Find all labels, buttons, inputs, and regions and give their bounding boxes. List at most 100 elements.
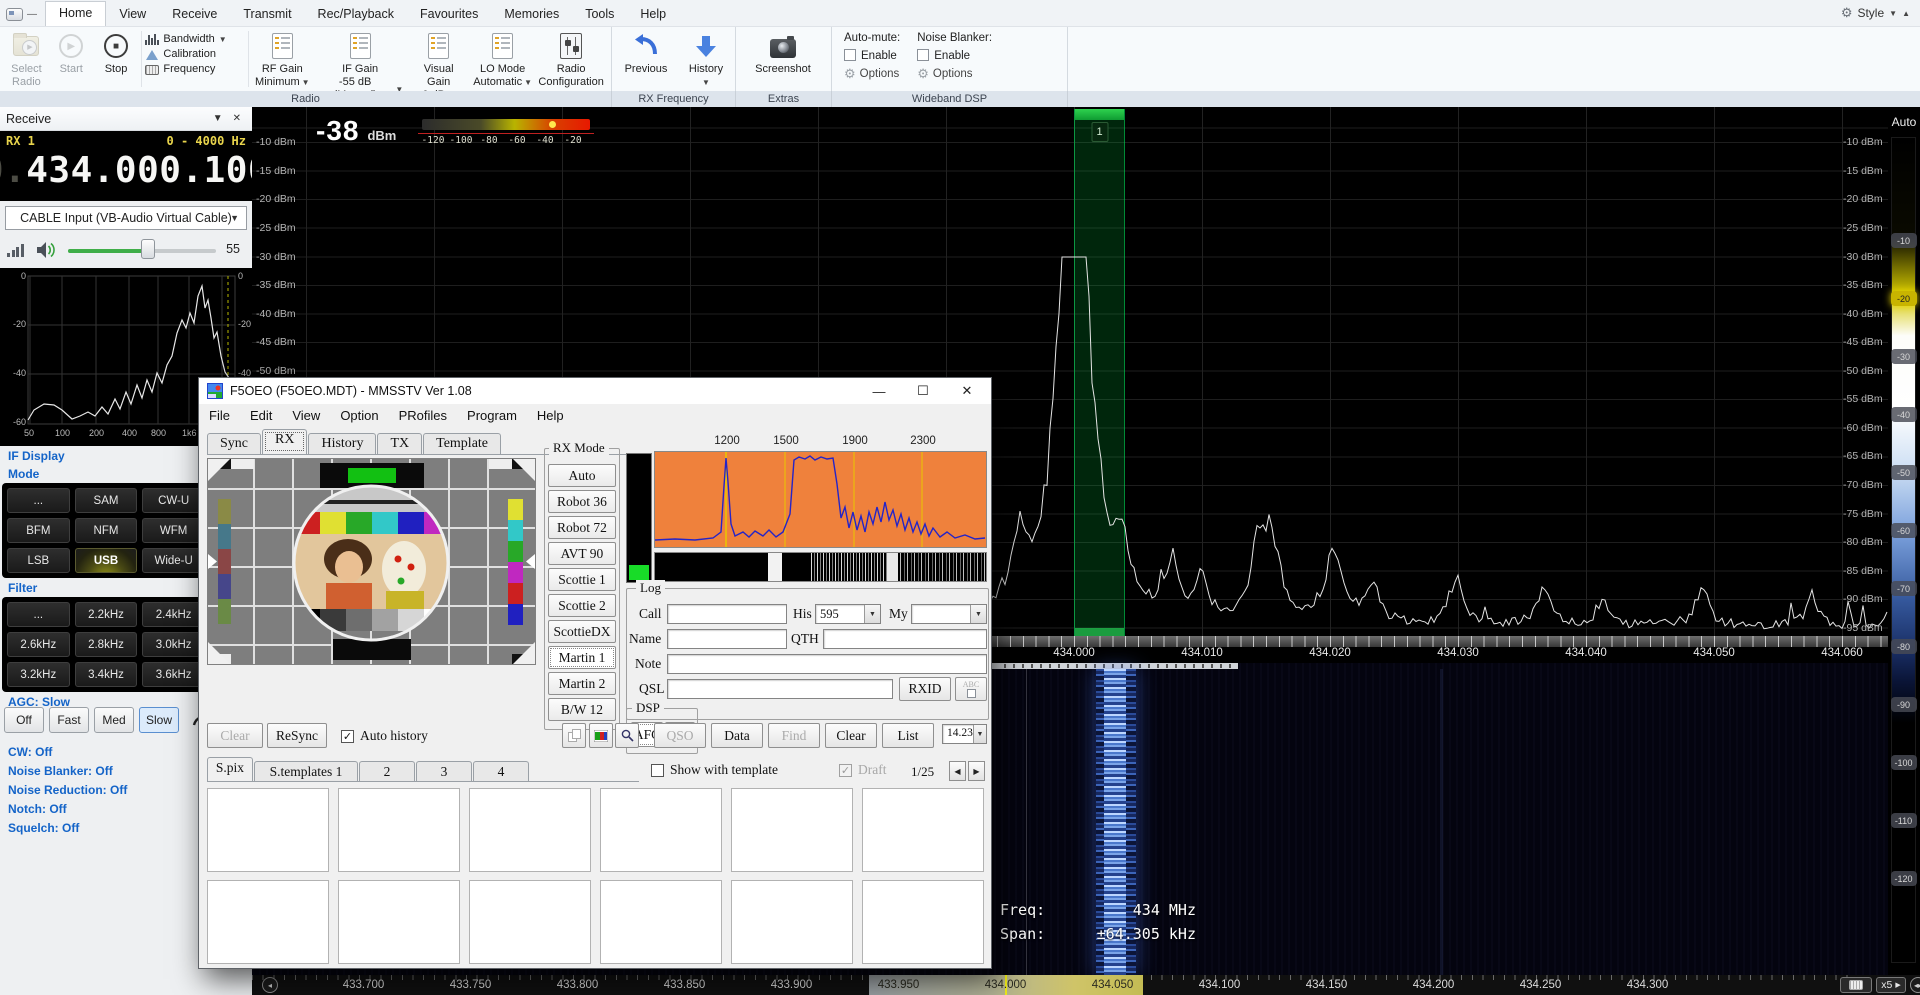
band-scroll-left-button[interactable]: ◂: [262, 977, 278, 993]
mmsstv-title-bar[interactable]: F5OEO (F5OEO.MDT) - MMSSTV Ver 1.08 — ☐ …: [199, 378, 991, 404]
rx-mode-button[interactable]: ScottieDX: [548, 620, 616, 643]
frequency-display[interactable]: RX 1 0 - 4000 Hz 0.434.000.100: [0, 131, 252, 201]
menu-item[interactable]: View: [282, 408, 330, 423]
noise-blanker-enable-checkbox[interactable]: Enable: [917, 49, 992, 62]
minimize-button[interactable]: —: [857, 378, 901, 404]
page-prev-button[interactable]: ◀: [949, 761, 966, 781]
stop-button[interactable]: ■ Stop: [94, 29, 139, 76]
quick-access-toolbar[interactable]: —: [0, 8, 45, 26]
pix-tab[interactable]: 2: [359, 761, 415, 781]
image-button[interactable]: [589, 723, 613, 748]
frequency-button[interactable]: Frequency: [145, 63, 244, 75]
rxid-button[interactable]: RXID: [899, 677, 951, 701]
rx-mode-button[interactable]: Auto: [548, 464, 616, 487]
lo-mode-button[interactable]: LO Mode Automatic▼: [470, 29, 535, 89]
noise-blanker-options-button[interactable]: ⚙Options: [917, 66, 992, 82]
menu-item[interactable]: Edit: [240, 408, 282, 423]
filter-button[interactable]: 2.4kHz: [142, 602, 205, 627]
rf-gain-button[interactable]: RF Gain Minimum▼: [252, 29, 313, 89]
filter-button[interactable]: ...: [7, 602, 70, 627]
mmsstv-tab[interactable]: TX: [377, 433, 422, 454]
select-radio-button[interactable]: SelectRadio: [4, 29, 49, 89]
close-button[interactable]: ✕: [945, 378, 989, 404]
dsp-status-line[interactable]: CW: Off: [8, 745, 52, 759]
filter-button[interactable]: 3.0kHz: [142, 632, 205, 657]
clear-log-button[interactable]: Clear: [825, 723, 877, 748]
agc-off-button[interactable]: Off: [4, 707, 44, 733]
level-bars-icon[interactable]: [7, 243, 24, 257]
panel-menu-icon[interactable]: ▼: [208, 113, 228, 124]
menu-item[interactable]: Program: [457, 408, 527, 423]
menu-item[interactable]: Help: [527, 408, 574, 423]
auto-history-checkbox[interactable]: ✓ Auto history: [341, 728, 428, 744]
agc-med-button[interactable]: Med: [94, 707, 134, 733]
ribbon-tab[interactable]: Help: [627, 3, 679, 26]
mmsstv-tab[interactable]: Template: [423, 433, 501, 454]
page-next-button[interactable]: ▶: [968, 761, 985, 781]
screenshot-button[interactable]: Screenshot: [740, 29, 826, 76]
find-button[interactable]: Find: [768, 723, 820, 748]
rx-mode-button[interactable]: B/W 12: [548, 698, 616, 721]
band-keyboard-button[interactable]: [1840, 977, 1872, 993]
copy-button[interactable]: [562, 723, 586, 748]
thumbnail-cell[interactable]: [207, 788, 329, 872]
volume-handle[interactable]: [141, 239, 155, 259]
start-button[interactable]: ▶ Start: [49, 29, 94, 76]
thumbnail-cell[interactable]: [731, 880, 853, 964]
agc-fast-button[interactable]: Fast: [49, 707, 89, 733]
qsl-input[interactable]: [667, 679, 893, 699]
auto-mute-enable-checkbox[interactable]: Enable: [844, 49, 900, 62]
filter-button[interactable]: 2.8kHz: [75, 632, 138, 657]
thumbnail-cell[interactable]: [207, 880, 329, 964]
ribbon-tab[interactable]: Home: [45, 1, 106, 26]
pix-tab[interactable]: S.templates 1: [254, 761, 358, 781]
calibration-button[interactable]: Calibration: [145, 48, 244, 60]
ribbon-tab[interactable]: Memories: [491, 3, 572, 26]
speaker-icon[interactable]: [36, 241, 58, 259]
magnifier-button[interactable]: [615, 723, 639, 748]
style-menu[interactable]: ⚙ Style ▼ ▲: [1841, 5, 1920, 26]
mode-button[interactable]: SAM: [75, 488, 138, 513]
thumbnail-cell[interactable]: [338, 788, 460, 872]
mode-button[interactable]: WFM: [142, 518, 205, 543]
dsp-status-line[interactable]: Notch: Off: [8, 802, 67, 816]
resync-button[interactable]: ReSync: [267, 723, 327, 748]
mode-button[interactable]: Wide-U: [142, 548, 205, 573]
pix-tab[interactable]: 3: [416, 761, 472, 781]
thumbnail-cell[interactable]: [469, 880, 591, 964]
filter-button[interactable]: 3.2kHz: [7, 662, 70, 687]
ribbon-collapse-icon[interactable]: ▲: [1902, 9, 1910, 18]
thumbnail-cell[interactable]: [469, 788, 591, 872]
filter-button[interactable]: 3.4kHz: [75, 662, 138, 687]
my-select[interactable]: ▼: [911, 604, 987, 624]
pix-tab[interactable]: S.pix: [207, 757, 253, 781]
mode-button[interactable]: ...: [7, 488, 70, 513]
band-overview-bar[interactable]: 433.700433.750433.800433.850433.900433.9…: [252, 975, 1920, 995]
dsp-status-line[interactable]: Noise Blanker: Off: [8, 764, 113, 778]
if-display-label[interactable]: IF Display: [8, 449, 65, 463]
rx-mode-button[interactable]: Martin 2: [548, 672, 616, 695]
panel-close-icon[interactable]: ✕: [228, 113, 246, 124]
clear-image-button[interactable]: Clear: [207, 723, 263, 748]
dsp-status-line[interactable]: Squelch: Off: [8, 821, 79, 835]
bandwidth-button[interactable]: Bandwidth▼: [145, 33, 244, 45]
thumbnail-cell[interactable]: [731, 788, 853, 872]
thumbnail-cell[interactable]: [600, 880, 722, 964]
auto-mute-options-button[interactable]: ⚙Options: [844, 66, 900, 82]
thumbnail-cell[interactable]: [600, 788, 722, 872]
abc-checkbox-button[interactable]: ABC: [955, 677, 987, 701]
maximize-button[interactable]: ☐: [901, 378, 945, 404]
rx-mode-button[interactable]: Scottie 2: [548, 594, 616, 617]
mmsstv-tab[interactable]: Sync: [207, 433, 261, 454]
thumbnail-cell[interactable]: [338, 880, 460, 964]
menu-item[interactable]: File: [199, 408, 240, 423]
history-button[interactable]: History ▼: [676, 29, 736, 89]
qth-input[interactable]: [823, 629, 987, 649]
audio-device-select[interactable]: CABLE Input (VB-Audio Virtual Cable) ▼: [5, 206, 247, 230]
qso-button[interactable]: QSO: [654, 723, 706, 748]
mmsstv-tab[interactable]: RX: [262, 429, 307, 454]
agc-slow-button[interactable]: Slow: [139, 707, 179, 733]
ribbon-tab[interactable]: Rec/Playback: [305, 3, 407, 26]
filter-button[interactable]: 2.2kHz: [75, 602, 138, 627]
call-input[interactable]: [667, 604, 787, 624]
